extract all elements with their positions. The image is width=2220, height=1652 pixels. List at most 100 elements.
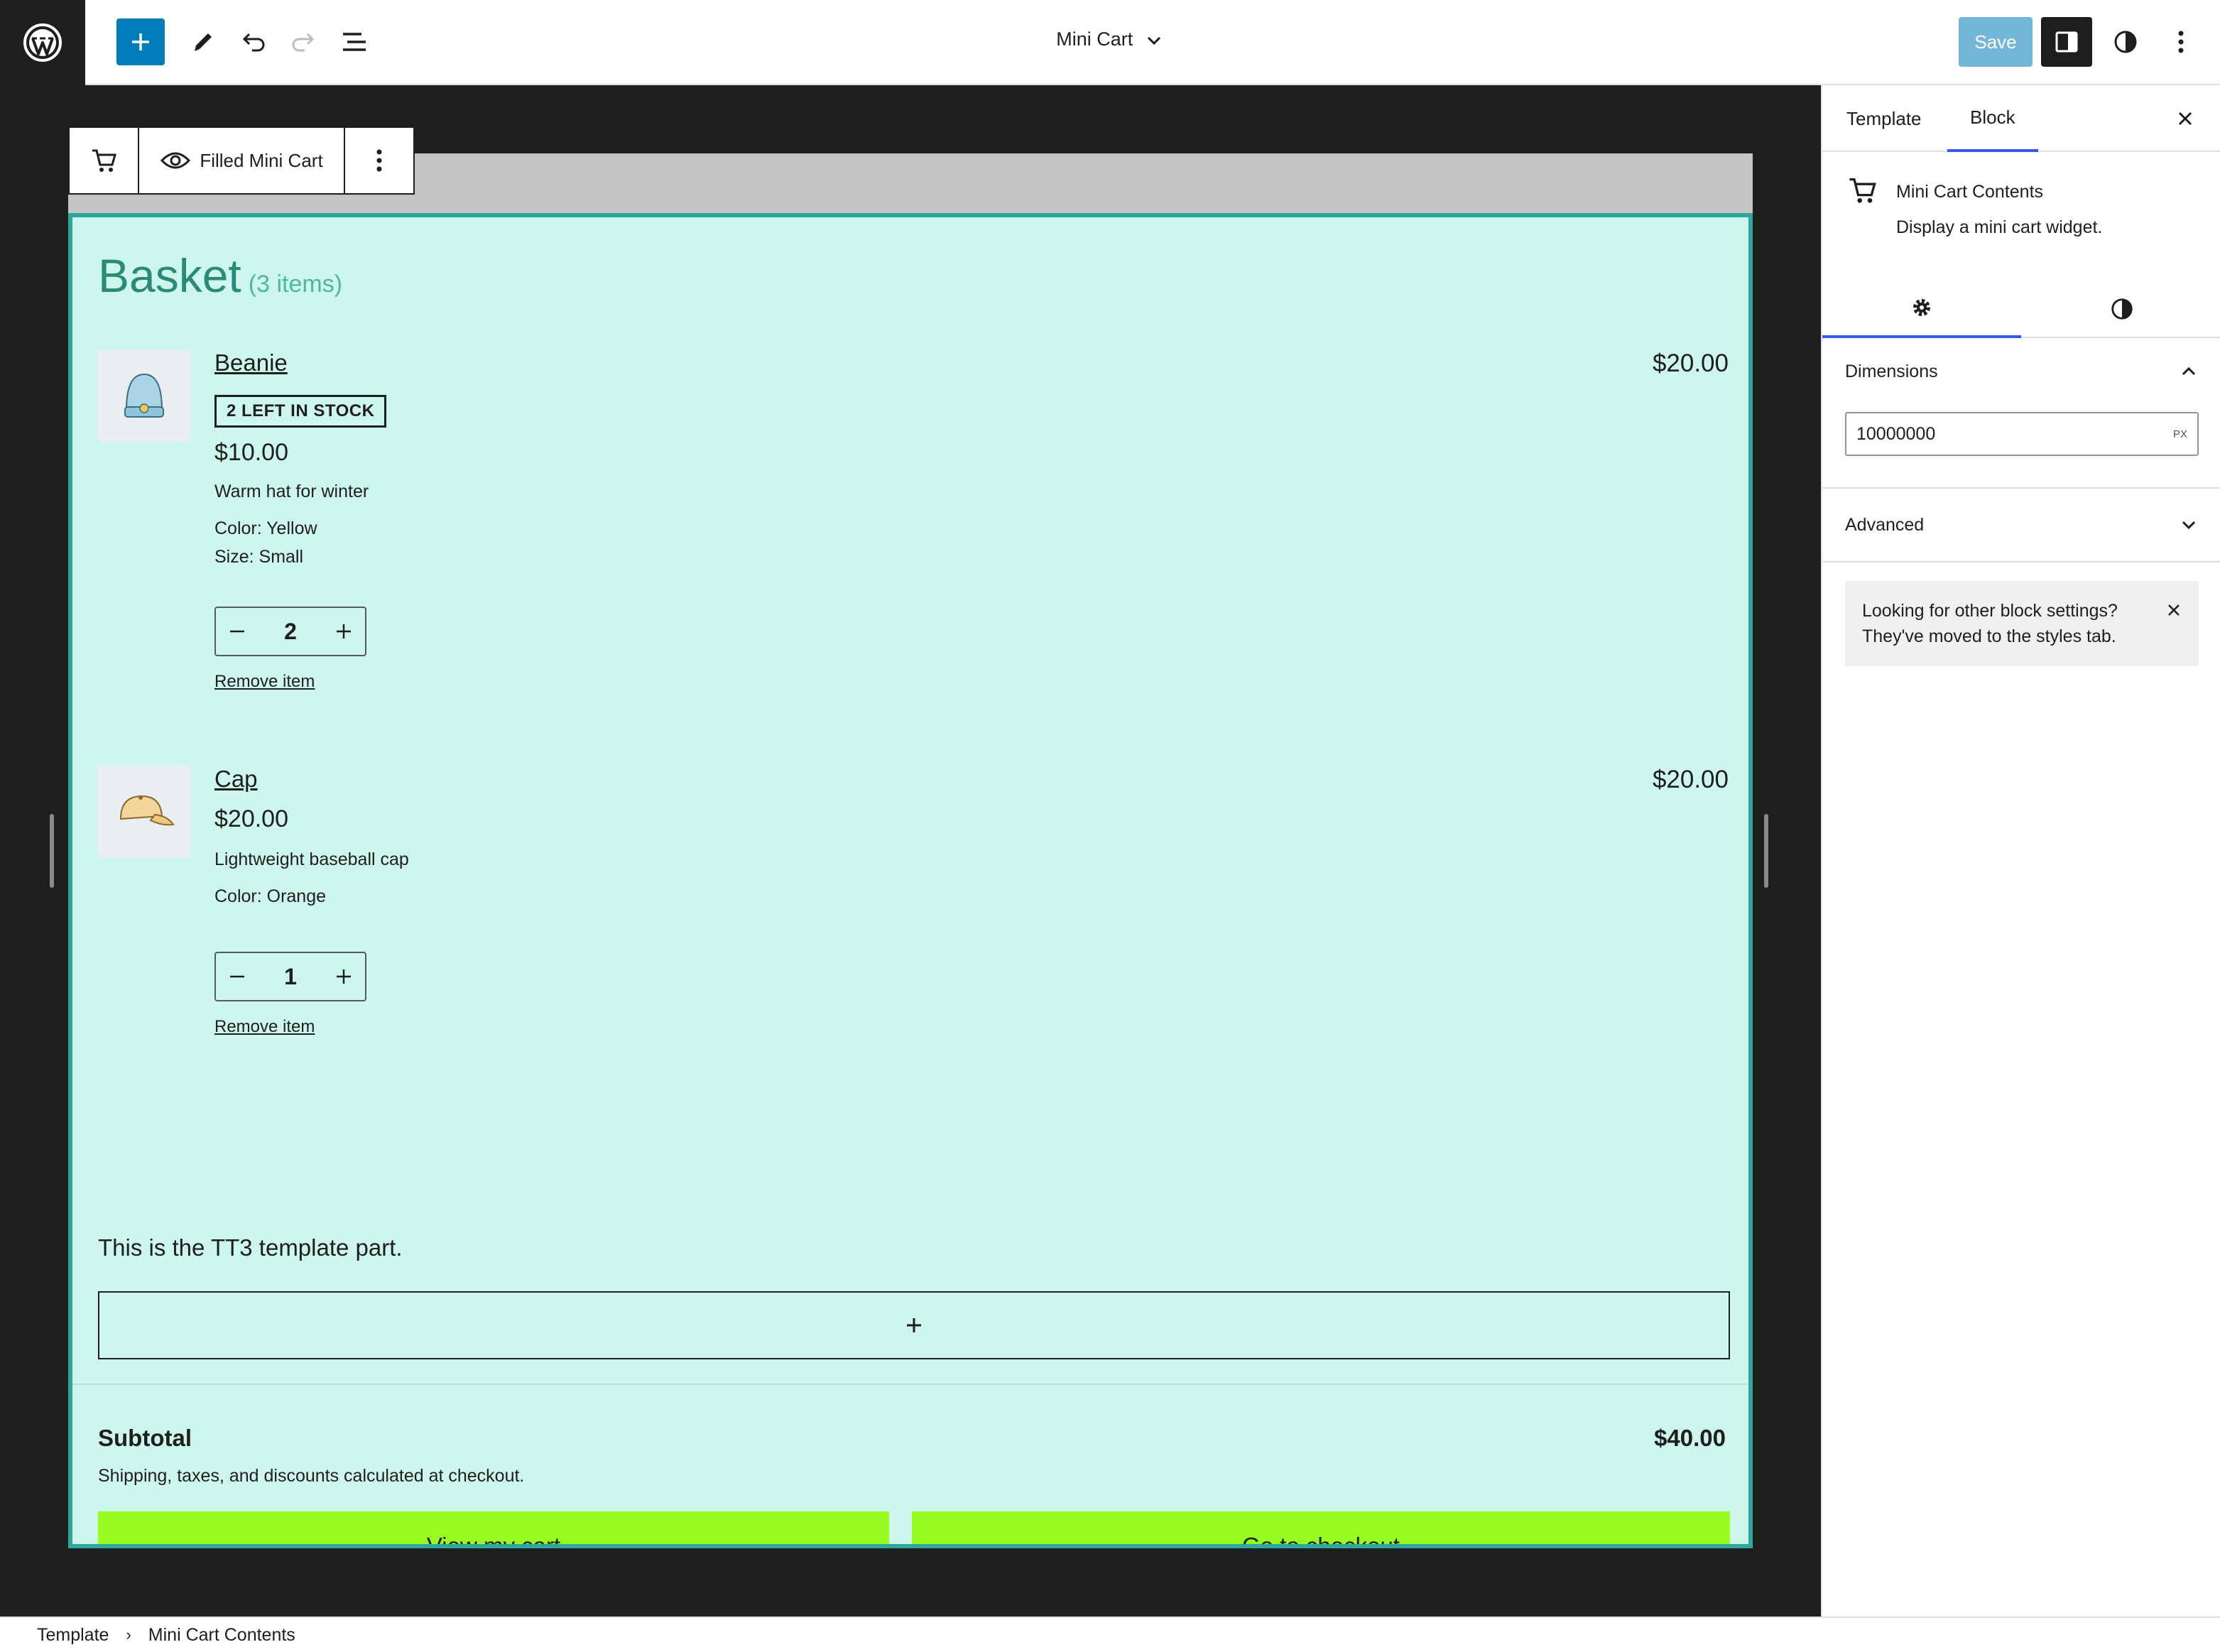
cap-image	[119, 795, 175, 826]
view-switcher-button[interactable]: Filled Mini Cart	[139, 128, 345, 193]
resize-handle-left[interactable]	[50, 814, 54, 888]
dimensions-panel-toggle[interactable]: Dimensions	[1822, 347, 2220, 396]
add-block-button[interactable]	[116, 18, 165, 65]
product-variation-size: Size: Small	[214, 547, 304, 567]
chevron-down-icon[interactable]	[1144, 33, 1164, 48]
remove-item-link[interactable]: Remove item	[214, 1017, 315, 1037]
view-cart-label: View my cart	[426, 1533, 561, 1548]
checkout-label: Go to checkout	[1242, 1533, 1400, 1548]
quantity-selector: 2	[214, 607, 366, 656]
document-title[interactable]: Mini Cart	[1056, 28, 1133, 50]
quantity-value[interactable]: 2	[284, 619, 297, 645]
undo-button[interactable]	[229, 17, 278, 67]
remove-item-link[interactable]: Remove item	[214, 672, 315, 692]
unit-select[interactable]: PX	[2173, 428, 2187, 440]
sidebar-tabs: Template Block	[1822, 85, 2220, 152]
save-button[interactable]: Save	[1959, 17, 2033, 67]
styles-button[interactable]	[2101, 17, 2150, 67]
tab-styles[interactable]	[2023, 280, 2220, 338]
product-description: Warm hat for winter	[214, 482, 369, 501]
sidebar-toggle-icon	[2055, 31, 2078, 53]
contrast-icon	[2111, 298, 2133, 320]
block-appender-button[interactable]	[98, 1291, 1730, 1359]
block-toolbar: Filled Mini Cart	[68, 126, 415, 195]
low-stock-badge: 2 LEFT IN STOCK	[214, 395, 387, 428]
tab-block[interactable]: Block	[1947, 85, 2038, 152]
tools-button[interactable]	[178, 17, 227, 67]
chevron-up-icon	[2182, 366, 2196, 376]
cart-item: Beanie $20.00 2 LEFT IN STOCK $10.00 War…	[98, 349, 1729, 705]
quantity-value[interactable]: 1	[284, 964, 297, 990]
basket-item-count: (3 items)	[248, 271, 343, 298]
panel-divider	[1822, 487, 2220, 489]
product-name-link[interactable]: Cap	[214, 766, 258, 793]
tab-settings[interactable]	[1822, 280, 2021, 338]
redo-button[interactable]	[278, 17, 328, 67]
contrast-icon	[2114, 31, 2137, 53]
list-view-icon	[343, 33, 366, 51]
basket-title: Basket (3 items)	[98, 249, 342, 303]
width-value: 10000000	[1856, 423, 1936, 444]
product-thumbnail[interactable]	[98, 766, 190, 858]
basket-title-text: Basket	[98, 249, 241, 302]
product-variation-color: Color: Yellow	[214, 518, 317, 538]
cart-icon	[92, 149, 116, 172]
options-menu-button[interactable]	[2156, 17, 2206, 67]
advanced-label: Advanced	[1845, 514, 1925, 535]
template-part-text[interactable]: This is the TT3 template part.	[98, 1234, 403, 1261]
plus-icon[interactable]	[334, 967, 354, 987]
product-variation-color: Color: Orange	[214, 886, 327, 906]
eye-icon	[160, 152, 191, 169]
block-icon	[1846, 175, 1878, 210]
inspector-tabs	[1822, 280, 2220, 338]
more-vertical-icon	[376, 149, 382, 172]
list-view-button[interactable]	[330, 17, 379, 67]
block-card-title: Mini Cart Contents	[1896, 182, 2044, 202]
advanced-panel-toggle[interactable]: Advanced	[1822, 500, 2220, 550]
more-vertical-icon	[2178, 31, 2184, 53]
beanie-image	[124, 373, 164, 418]
wordpress-logo[interactable]	[0, 0, 85, 85]
minus-icon[interactable]	[227, 621, 247, 641]
view-switcher-label: Filled Mini Cart	[200, 149, 323, 171]
notice-text-line-1: Looking for other block settings?	[1862, 601, 2118, 621]
cart-item: Cap $20.00 $20.00 Lightweight baseball c…	[98, 766, 1729, 1050]
view-cart-button[interactable]: View my cart	[98, 1511, 889, 1548]
plus-icon[interactable]	[334, 621, 354, 641]
breadcrumb: Template › Mini Cart Contents	[0, 1616, 2220, 1652]
settings-toggle-button[interactable]	[2041, 17, 2092, 67]
resize-handle-right[interactable]	[1764, 814, 1768, 888]
chevron-down-icon	[2182, 521, 2196, 530]
product-name-link[interactable]: Beanie	[214, 349, 288, 376]
panel-divider	[1822, 561, 2220, 563]
mini-cart-contents-block[interactable]: Basket (3 items) Beanie $20.00 2 LEFT IN …	[68, 213, 1753, 1548]
close-icon	[2168, 604, 2180, 616]
pencil-icon	[195, 33, 212, 51]
line-total: $20.00	[1652, 349, 1729, 377]
settings-sidebar: Template Block Mini Cart Contents Displa…	[1821, 85, 2220, 1616]
dimensions-label: Dimensions	[1845, 361, 1938, 381]
close-icon	[2178, 112, 2192, 126]
tab-template[interactable]: Template	[1846, 85, 1922, 152]
quantity-selector: 1	[214, 952, 366, 1001]
wordpress-logo-icon	[23, 23, 62, 62]
line-total: $20.00	[1652, 766, 1729, 793]
dismiss-notice-button[interactable]	[2165, 601, 2183, 626]
shipping-note: Shipping, taxes, and discounts calculate…	[98, 1466, 525, 1486]
block-options-button[interactable]	[345, 128, 413, 193]
product-thumbnail[interactable]	[98, 349, 190, 442]
notice-text-line-2: They've moved to the styles tab.	[1862, 626, 2116, 646]
cart-icon	[1849, 178, 1876, 203]
undo-icon	[242, 33, 265, 52]
product-price: $10.00	[214, 439, 288, 466]
block-type-button[interactable]	[70, 128, 139, 193]
plus-icon	[907, 1318, 921, 1332]
editor-header: Mini Cart Save	[0, 0, 2220, 85]
minus-icon[interactable]	[227, 967, 247, 987]
close-sidebar-button[interactable]	[2175, 85, 2196, 152]
redo-icon	[292, 33, 315, 52]
breadcrumb-item-current[interactable]: Mini Cart Contents	[148, 1625, 295, 1646]
checkout-button[interactable]: Go to checkout	[912, 1511, 1730, 1548]
width-input[interactable]: 10000000 PX	[1845, 412, 2199, 456]
breadcrumb-item-template[interactable]: Template	[37, 1625, 109, 1646]
